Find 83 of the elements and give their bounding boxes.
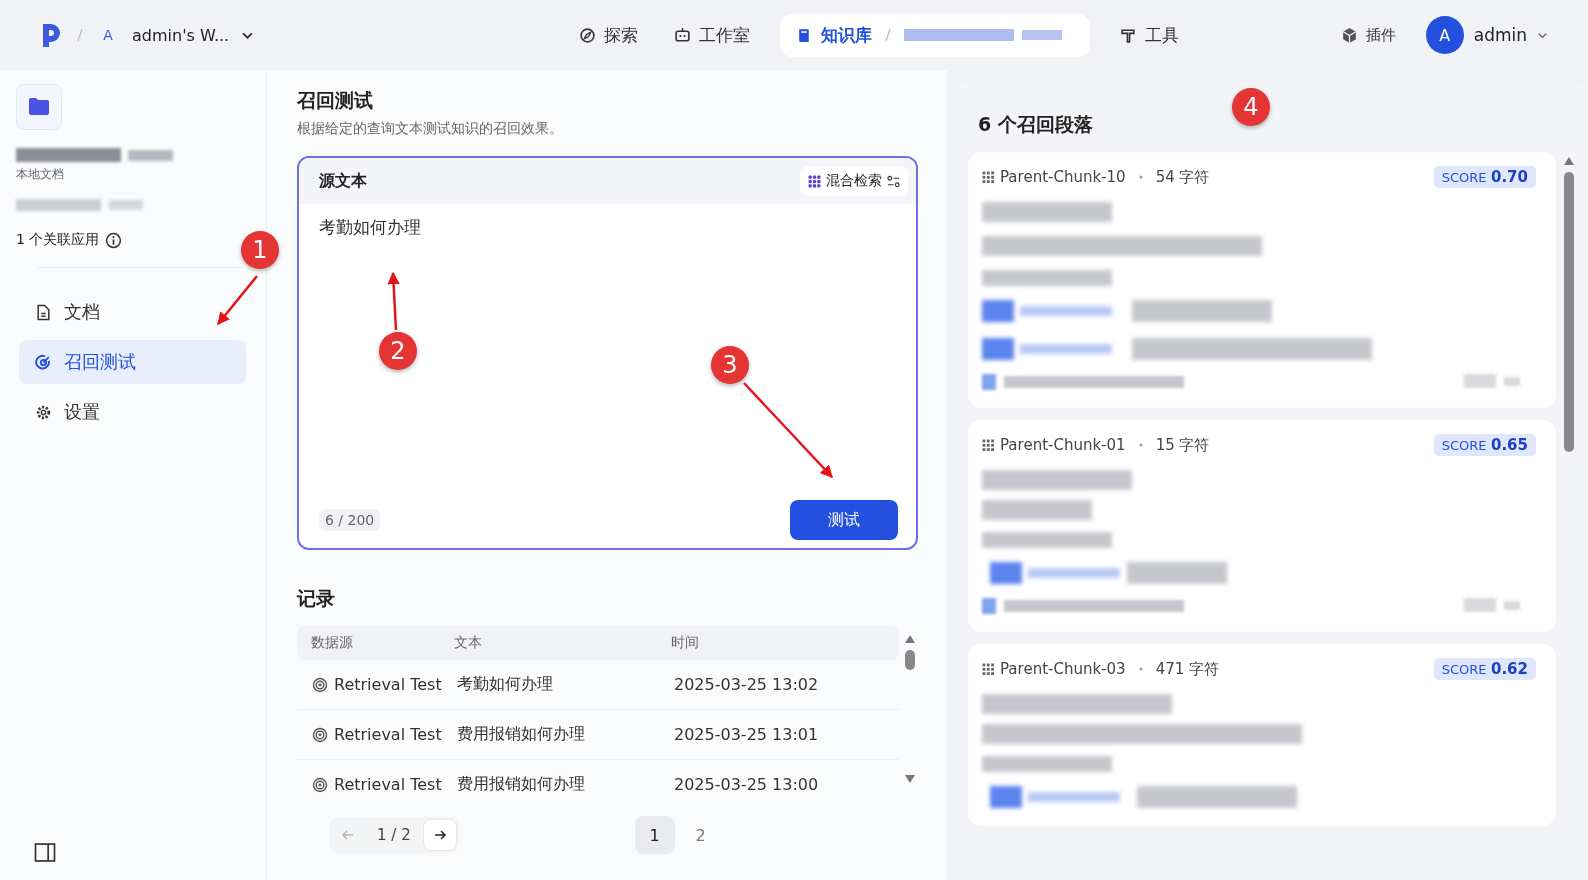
table-cell-text: 费用报销如何办理 — [457, 774, 586, 795]
page-number[interactable]: 1 — [634, 816, 675, 854]
column-header: 数据源 — [310, 634, 354, 652]
gear-icon — [35, 403, 52, 421]
scroll-up-icon[interactable] — [1563, 156, 1575, 166]
target-icon — [312, 726, 328, 743]
chunk-card[interactable]: Parent-Chunk-10 54 字符 SCORE 0.70 — [968, 152, 1556, 408]
workspace-name[interactable]: admin's W... — [132, 25, 230, 45]
column-header: 文本 — [454, 634, 483, 652]
score-badge: SCORE 0.62 — [1433, 658, 1536, 680]
annotation-arrow — [217, 275, 258, 325]
chunk-length: 15 字符 — [1155, 435, 1210, 455]
separator-icon — [76, 27, 84, 43]
chunk-name: Parent-Chunk-03 — [1000, 660, 1126, 678]
sidebar-toggle-icon[interactable] — [34, 843, 56, 862]
scroll-down-icon[interactable] — [904, 774, 916, 784]
dot-separator-icon — [1138, 667, 1143, 671]
target-icon — [35, 353, 52, 371]
grid-icon — [982, 438, 995, 452]
dataset-type: 本地文档 — [16, 166, 65, 183]
hammer-icon — [1120, 26, 1137, 44]
table-cell: Retrieval Test — [334, 725, 442, 744]
page-indicator: 1 / 2 — [376, 826, 412, 844]
table-cell: Retrieval Test — [334, 675, 442, 694]
nav-tab[interactable]: 工具 — [1106, 13, 1193, 57]
page-number[interactable]: 2 — [680, 816, 721, 854]
table-cell-text: 费用报销如何办理 — [457, 724, 586, 745]
document-icon — [35, 303, 52, 321]
sidebar-item[interactable]: 文档 — [19, 290, 246, 334]
table-cell-text: 考勤如何办理 — [457, 674, 554, 695]
user-avatar[interactable]: A — [1425, 16, 1464, 54]
chunk-length: 471 字符 — [1155, 659, 1220, 679]
source-text-label: 源文本 — [319, 170, 367, 192]
sidebar-item[interactable]: 设置 — [19, 390, 246, 434]
compass-icon — [579, 26, 596, 44]
chunk-name: Parent-Chunk-01 — [1000, 436, 1126, 454]
score-badge: SCORE 0.65 — [1433, 434, 1536, 456]
records-title: 记录 — [297, 586, 336, 611]
nav-tab-active[interactable]: 知识库 — [780, 13, 1090, 57]
dot-separator-icon — [1138, 443, 1143, 447]
query-input[interactable]: 考勤如何办理 — [319, 216, 421, 239]
separator-icon — [884, 27, 892, 43]
grid-icon — [808, 174, 821, 188]
target-icon — [312, 776, 328, 793]
nav-tab[interactable]: 工作室 — [660, 13, 764, 57]
cube-icon — [1340, 26, 1358, 44]
grid-icon — [982, 662, 995, 676]
linked-apps-count: 1 个关联应用 — [16, 231, 100, 249]
character-counter: 6 / 200 — [319, 509, 381, 531]
page-title: 召回测试 — [297, 88, 374, 113]
arrow-right-icon — [432, 828, 447, 842]
test-button[interactable]: 测试 — [790, 500, 898, 540]
next-page-button[interactable] — [422, 819, 457, 851]
results-title: 6 个召回段落 — [978, 112, 1094, 137]
page-description: 根据给定的查询文本测试知识的召回效果。 — [297, 120, 564, 138]
sliders-icon — [887, 174, 900, 188]
chunk-length: 54 字符 — [1155, 167, 1210, 187]
chunk-card[interactable]: Parent-Chunk-01 15 字符 SCORE 0.65 — [968, 420, 1556, 632]
scrollbar-thumb[interactable] — [905, 650, 915, 670]
workspace-avatar: A — [102, 26, 114, 45]
grid-icon — [982, 170, 995, 184]
sidebar-item[interactable]: 召回测试 — [19, 340, 246, 384]
target-icon — [312, 676, 328, 693]
score-badge: SCORE 0.70 — [1433, 166, 1536, 188]
search-mode-button[interactable]: 混合检索 — [800, 166, 908, 196]
table-cell: 2025-03-25 13:02 — [674, 675, 819, 694]
folder-icon — [16, 84, 62, 130]
table-cell: Retrieval Test — [334, 775, 442, 794]
user-name[interactable]: admin — [1473, 25, 1527, 45]
table-cell: 2025-03-25 13:01 — [674, 725, 819, 744]
plugins-link[interactable]: 插件 — [1340, 25, 1396, 45]
chunk-card[interactable]: Parent-Chunk-03 471 字符 SCORE 0.62 — [968, 644, 1556, 826]
robot-icon — [674, 26, 691, 44]
scrollbar-thumb[interactable] — [1564, 172, 1574, 452]
arrow-left-icon — [341, 828, 355, 842]
chunk-name: Parent-Chunk-10 — [1000, 168, 1126, 186]
nav-tab[interactable]: 探索 — [565, 13, 652, 57]
annotation-arrow — [387, 271, 400, 331]
scroll-up-icon[interactable] — [904, 634, 916, 644]
table-cell: 2025-03-25 13:00 — [674, 775, 819, 794]
info-icon[interactable] — [105, 231, 123, 249]
dot-separator-icon — [1138, 175, 1143, 179]
column-header: 时间 — [671, 634, 699, 652]
